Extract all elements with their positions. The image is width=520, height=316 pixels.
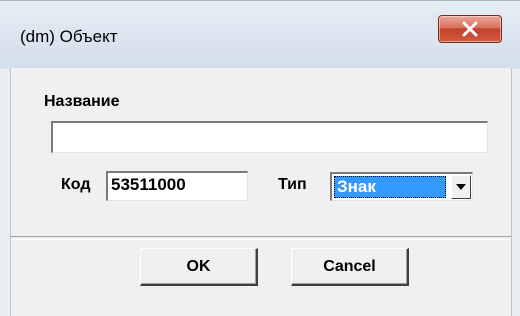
separator bbox=[11, 236, 511, 240]
title-bar[interactable]: (dm) Объект bbox=[0, 0, 520, 69]
ok-button[interactable]: OK bbox=[140, 248, 258, 286]
name-input[interactable] bbox=[51, 121, 488, 153]
type-select-value: Знак bbox=[334, 176, 446, 198]
cancel-button[interactable]: Cancel bbox=[291, 248, 409, 286]
name-label: Название bbox=[44, 93, 120, 110]
close-button[interactable] bbox=[438, 15, 502, 43]
close-icon bbox=[462, 21, 478, 37]
code-input[interactable]: 53511000 bbox=[106, 171, 248, 201]
chevron-down-icon bbox=[456, 184, 466, 190]
object-dialog: (dm) Объект Название Код 53511000 Тип Зн… bbox=[0, 0, 520, 316]
window-title: (dm) Объект bbox=[20, 27, 118, 46]
code-label: Код bbox=[61, 176, 91, 193]
type-dropdown-button[interactable] bbox=[451, 175, 471, 199]
dialog-client-area: Название Код 53511000 Тип Знак OK Cancel bbox=[10, 68, 512, 316]
type-label: Тип bbox=[278, 176, 307, 193]
type-select[interactable]: Знак bbox=[330, 172, 473, 201]
